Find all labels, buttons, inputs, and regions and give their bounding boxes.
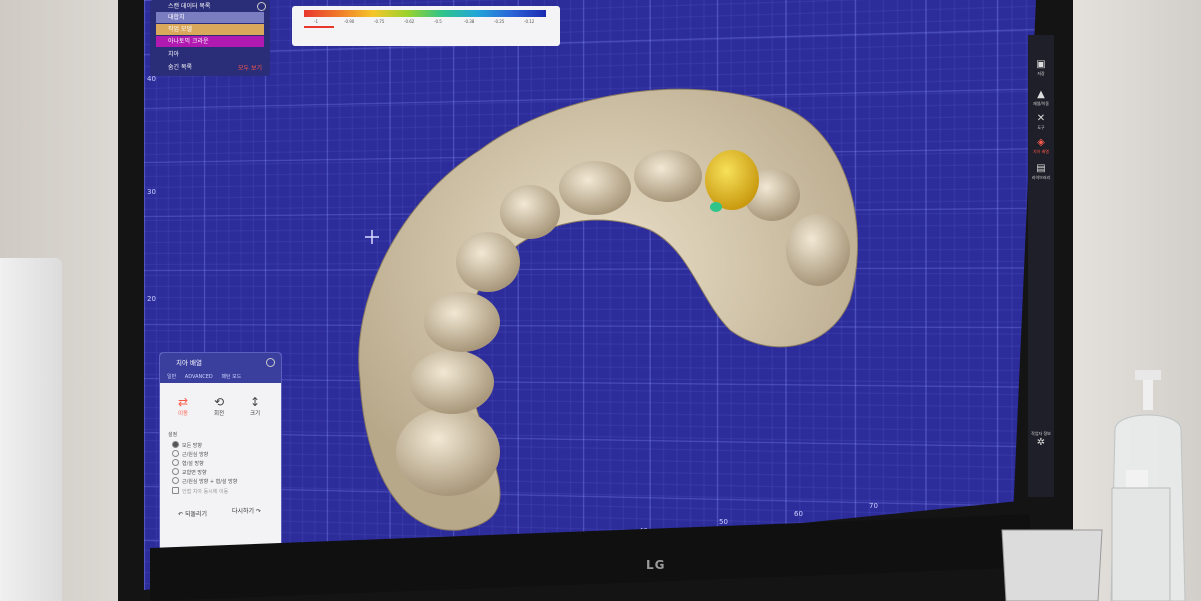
undo-label: 되돌리기: [185, 511, 207, 518]
tools-button[interactable]: ✕ 도구: [1030, 113, 1052, 131]
toolbar-label: 도구: [1037, 125, 1044, 130]
tooth-incisor[interactable]: [559, 161, 631, 215]
tick-label: -0.90: [344, 19, 354, 24]
tooth-molar[interactable]: [396, 408, 500, 496]
tooth-canine[interactable]: [500, 185, 560, 239]
deviation-colorbar[interactable]: -1 -0.90 -0.75 -0.62 -0.5 -0.38 -0.25 -0…: [292, 6, 560, 46]
tool-label: 이동: [178, 411, 188, 417]
save-button[interactable]: ▣ 저장: [1030, 59, 1052, 77]
section-tooth[interactable]: 치아: [156, 49, 179, 60]
tab-advanced[interactable]: ADVANCED: [185, 374, 213, 380]
tool-move-button[interactable]: ⇄ 이동: [170, 395, 196, 417]
option-radio[interactable]: 협/설 방향: [172, 459, 204, 468]
tooth-incisor[interactable]: [634, 150, 702, 202]
tick-label: -0.62: [404, 19, 414, 24]
monitor-logo: LG: [646, 558, 666, 572]
scan-item-working-model[interactable]: 작업 모델: [156, 24, 264, 35]
toolbar-label: 저장: [1037, 71, 1044, 76]
tool-label: 크기: [250, 411, 260, 417]
tooth-premolar[interactable]: [456, 232, 520, 292]
tooth-premolar[interactable]: [424, 292, 500, 352]
adjacent-checkbox[interactable]: 인접 치아 동시에 이동: [172, 487, 228, 496]
view-cube-icon: ✲: [1030, 437, 1052, 449]
redo-button[interactable]: 다시하기 ↷: [232, 506, 261, 515]
pen-holder: [992, 500, 1112, 601]
spray-can: [1108, 470, 1178, 601]
panel-tabs: 일반 ADVANCED 패턴 모드: [160, 373, 281, 383]
photo-stage: 40 30 20 10 20 30 40 50 60 70: [0, 0, 1201, 601]
tools-icon: ✕: [1030, 113, 1052, 125]
play-move-button[interactable]: ▲ 재생/이동: [1030, 89, 1052, 107]
section-hidden[interactable]: 숨긴 목록: [156, 62, 192, 73]
save-icon: ▣: [1030, 59, 1052, 71]
scan-item-anatomic-crown[interactable]: 아나토믹 크라운: [156, 36, 264, 47]
tool-label: 회전: [214, 411, 224, 417]
move-icon: ⇄: [170, 395, 196, 409]
right-toolbar: ▣ 저장 ▲ 재생/이동 ✕ 도구 ◈ 치아 배열 ▤ 라이브러리 작업자 정보 ✲: [1028, 35, 1054, 497]
cap-icon: ▲: [1030, 89, 1052, 101]
panel-title: 치아 배열: [160, 353, 281, 373]
rotate-icon: ⟲: [206, 395, 232, 409]
tab-pattern[interactable]: 패턴 모드: [221, 373, 241, 380]
tick-label: -0.5: [434, 19, 442, 24]
tooth-arrangement-button[interactable]: ◈ 치아 배열: [1030, 137, 1052, 155]
help-icon[interactable]: [257, 2, 266, 11]
show-all-link[interactable]: 모두 보기: [238, 63, 262, 72]
tooth-icon: ◈: [1030, 137, 1052, 149]
library-icon: ▤: [1030, 163, 1052, 175]
deviation-spot: [710, 202, 722, 212]
help-icon[interactable]: [266, 358, 275, 367]
worker-info-button[interactable]: 작업자 정보 ✲: [1030, 431, 1052, 449]
toolbar-label: 치아 배열: [1033, 149, 1049, 154]
option-radio[interactable]: 교합면 방향: [172, 468, 207, 477]
tool-rotate-button[interactable]: ⟲ 회전: [206, 395, 232, 417]
tooth-molar[interactable]: [410, 350, 494, 414]
tab-basic[interactable]: 일반: [167, 373, 176, 380]
colorbar-slider[interactable]: [304, 26, 334, 28]
tool-scale-button[interactable]: ↕ 크기: [242, 395, 268, 417]
tooth-premolar[interactable]: [786, 214, 850, 286]
tick-label: -0.25: [494, 19, 504, 24]
tick-label: -0.75: [374, 19, 384, 24]
scan-item-antagonist[interactable]: 대합치: [156, 12, 264, 23]
tick-label: -0.12: [524, 19, 534, 24]
scan-data-panel: 스캔 데이터 목록 대합치 작업 모델 아나토믹 크라운 치아 숨긴 목록 모두…: [150, 0, 270, 76]
library-button[interactable]: ▤ 라이브러리: [1030, 163, 1052, 181]
redo-label: 다시하기: [232, 508, 254, 515]
option-radio[interactable]: 근/원심 방향 + 협/설 방향: [172, 477, 237, 486]
tick-label: -0.38: [464, 19, 474, 24]
options-label: 설정: [168, 431, 177, 438]
colorbar-gradient: [304, 10, 546, 17]
toolbar-label: 라이브러리: [1032, 175, 1050, 180]
option-radio[interactable]: 근/원심 방향: [172, 450, 208, 459]
tick-label: -1: [314, 19, 318, 24]
anatomic-crown[interactable]: [705, 150, 759, 210]
scale-icon: ↕: [242, 395, 268, 409]
toolbar-label: 작업자 정보: [1031, 431, 1051, 436]
toolbar-label: 재생/이동: [1033, 101, 1049, 106]
option-radio[interactable]: 모든 방향: [172, 441, 202, 450]
scan-tree-header[interactable]: 스캔 데이터 목록: [156, 1, 210, 12]
undo-button[interactable]: ↶ 되돌리기: [178, 509, 207, 518]
